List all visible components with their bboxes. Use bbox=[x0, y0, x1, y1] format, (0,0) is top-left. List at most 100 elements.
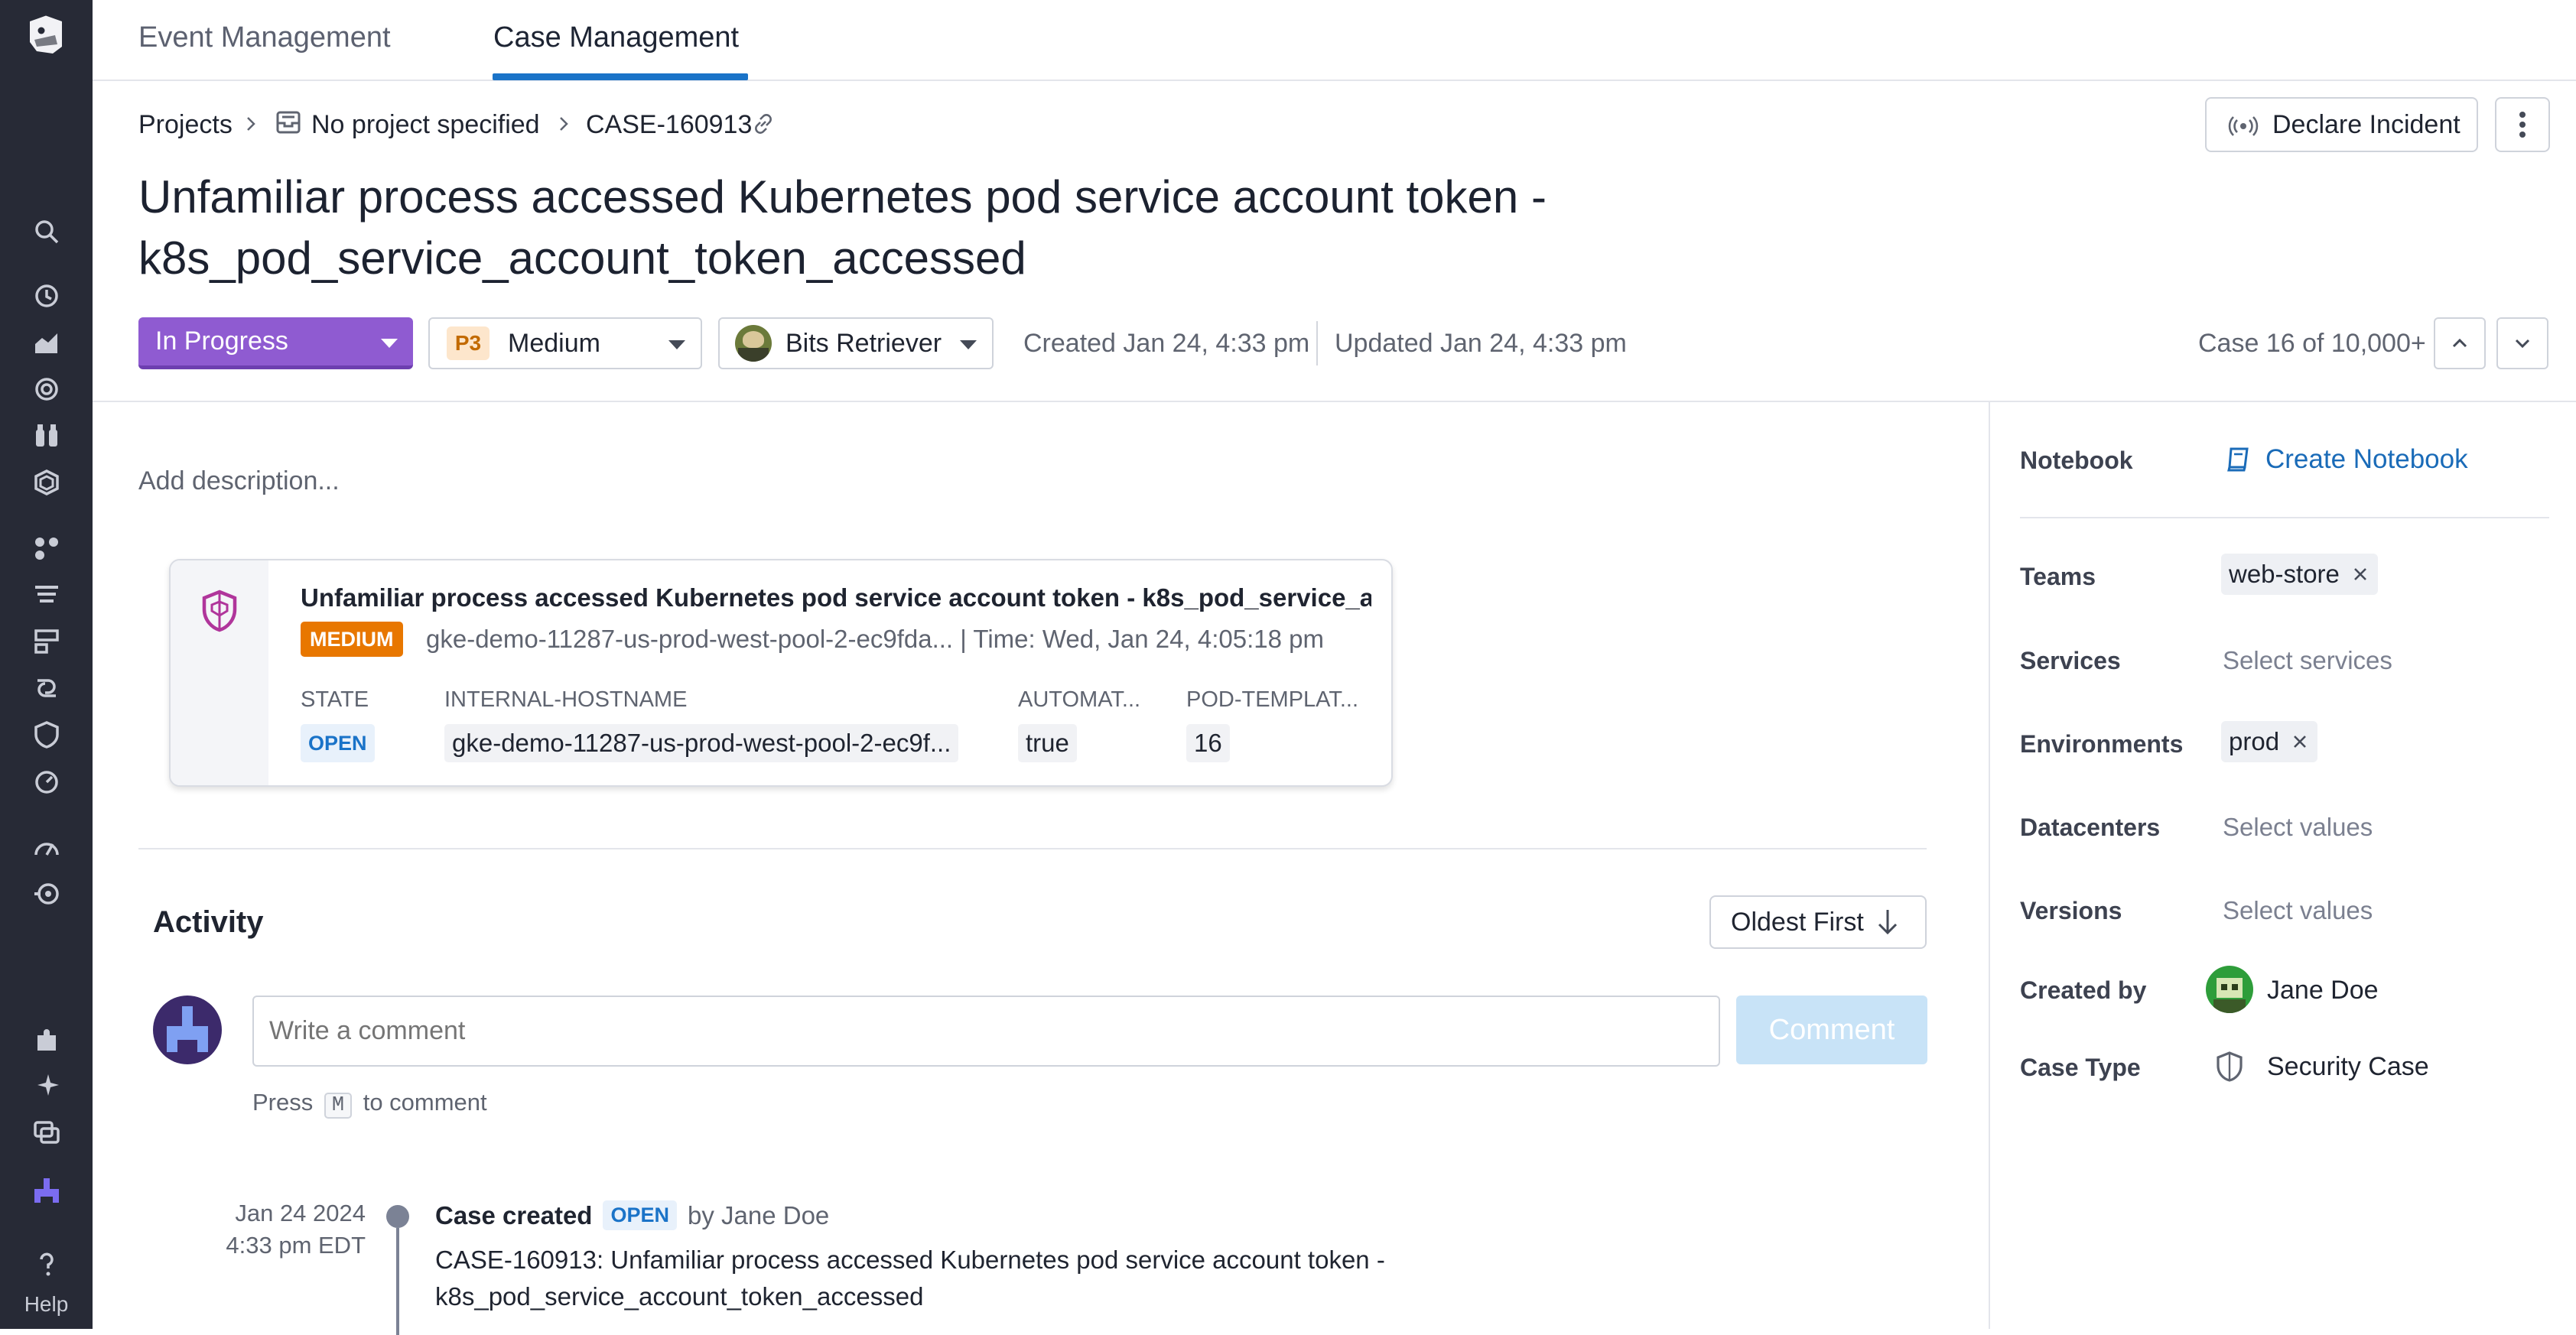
priority-code-badge: P3 bbox=[447, 326, 490, 360]
timeline-time: 4:33 pm EDT bbox=[226, 1232, 366, 1259]
activity-heading: Activity bbox=[153, 905, 264, 939]
binoculars-icon[interactable] bbox=[28, 417, 66, 455]
side-panel-divider bbox=[1989, 402, 1990, 1329]
timeline-event-header: Case created OPEN by Jane Doe bbox=[435, 1200, 829, 1230]
shield-icon bbox=[2217, 1051, 2243, 1082]
more-actions-button[interactable] bbox=[2495, 97, 2550, 152]
chevron-down-icon bbox=[960, 340, 977, 349]
assignee-avatar bbox=[735, 325, 772, 362]
assignee-dropdown[interactable]: Bits Retriever bbox=[718, 317, 994, 369]
created-by-label: Created by bbox=[2020, 976, 2147, 1004]
arrow-down-icon bbox=[1878, 910, 1897, 935]
active-tab-indicator bbox=[493, 73, 748, 80]
dashboards-icon[interactable] bbox=[28, 323, 66, 362]
created-timestamp: Created Jan 24, 4:33 pm bbox=[1023, 329, 1310, 358]
monitors-icon[interactable] bbox=[28, 370, 66, 408]
hint-text: to comment bbox=[363, 1089, 487, 1116]
declare-incident-button[interactable]: Declare Incident bbox=[2205, 97, 2478, 152]
close-icon[interactable] bbox=[2290, 732, 2310, 752]
timeline-event-author: by Jane Doe bbox=[688, 1200, 830, 1229]
attribute-key: POD-TEMPLAT... bbox=[1186, 687, 1359, 712]
apm-icon[interactable] bbox=[28, 529, 66, 567]
meta-divider bbox=[1316, 321, 1318, 365]
sort-order-button[interactable]: Oldest First bbox=[1709, 895, 1927, 949]
infrastructure-icon[interactable] bbox=[28, 463, 66, 502]
comment-shortcut-hint: Press M to comment bbox=[252, 1089, 487, 1119]
signal-host-time: gke-demo-11287-us-prod-west-pool-2-ec9fd… bbox=[426, 625, 1324, 653]
logs-icon[interactable] bbox=[28, 576, 66, 614]
history-icon[interactable] bbox=[28, 277, 66, 315]
current-user-avatar bbox=[153, 996, 222, 1064]
user-icon[interactable] bbox=[28, 1171, 66, 1210]
integrations-link-icon[interactable] bbox=[28, 669, 66, 707]
security-icon[interactable] bbox=[28, 716, 66, 754]
timeline-event-title: Case created bbox=[435, 1200, 593, 1229]
shortcut-key: M bbox=[324, 1093, 353, 1119]
team-name: web-store bbox=[2229, 560, 2340, 588]
add-description-field[interactable]: Add description... bbox=[138, 466, 340, 496]
comment-button[interactable]: Comment bbox=[1736, 996, 1927, 1064]
chevron-down-icon bbox=[668, 340, 685, 349]
chevron-down-icon bbox=[381, 339, 398, 348]
ai-icon[interactable] bbox=[28, 875, 66, 913]
top-tab-bar: Event Management Case Management bbox=[93, 0, 2576, 81]
attribute-value: gke-demo-11287-us-prod-west-pool-2-ec9f.… bbox=[444, 724, 959, 762]
declare-incident-label: Declare Incident bbox=[2272, 109, 2461, 139]
environment-chip[interactable]: prod bbox=[2221, 721, 2318, 762]
updated-timestamp: Updated Jan 24, 4:33 pm bbox=[1335, 329, 1627, 358]
search-icon[interactable] bbox=[28, 213, 66, 251]
hint-text: Press bbox=[252, 1089, 314, 1116]
severity-badge: MEDIUM bbox=[301, 622, 403, 657]
breadcrumb-project[interactable]: No project specified bbox=[311, 110, 540, 140]
tab-case-management[interactable]: Case Management bbox=[493, 21, 739, 54]
notebook-label: Notebook bbox=[2020, 447, 2133, 474]
attribute-key: INTERNAL-HOSTNAME bbox=[444, 687, 688, 712]
plugins-icon[interactable] bbox=[28, 1021, 66, 1059]
kebab-menu-icon bbox=[2519, 112, 2526, 138]
datacenters-select[interactable]: Select values bbox=[2223, 813, 2373, 842]
ci-icon[interactable] bbox=[28, 622, 66, 661]
performance-icon[interactable] bbox=[28, 828, 66, 866]
incident-signal-icon bbox=[2228, 116, 2259, 136]
sparkle-icon[interactable] bbox=[28, 1067, 66, 1106]
digital-experience-icon[interactable] bbox=[28, 762, 66, 801]
environment-name: prod bbox=[2229, 727, 2280, 755]
versions-select[interactable]: Select values bbox=[2223, 896, 2373, 925]
case-type-value: Security Case bbox=[2267, 1052, 2429, 1081]
security-signal-card[interactable]: Unfamiliar process accessed Kubernetes p… bbox=[169, 559, 1393, 787]
timeline-timestamp: Jan 24 2024 4:33 pm EDT bbox=[191, 1197, 366, 1262]
priority-dropdown[interactable]: P3 Medium bbox=[428, 317, 702, 369]
assignee-name: Bits Retriever bbox=[785, 328, 942, 358]
attribute-key: AUTOMAT... bbox=[1018, 687, 1141, 712]
logo-icon[interactable] bbox=[21, 11, 70, 60]
priority-value: Medium bbox=[508, 328, 600, 358]
create-notebook-link[interactable]: Create Notebook bbox=[2224, 444, 2468, 475]
team-chip[interactable]: web-store bbox=[2221, 554, 2378, 595]
previous-case-button[interactable] bbox=[2434, 317, 2486, 369]
services-label: Services bbox=[2020, 647, 2121, 674]
environments-label: Environments bbox=[2020, 730, 2184, 758]
next-case-button[interactable] bbox=[2496, 317, 2548, 369]
help-icon[interactable] bbox=[28, 1245, 66, 1283]
datacenters-label: Datacenters bbox=[2020, 814, 2161, 841]
chevron-down-icon bbox=[2515, 339, 2530, 349]
comment-input[interactable] bbox=[252, 996, 1720, 1067]
breadcrumb-projects[interactable]: Projects bbox=[138, 110, 233, 140]
left-navigation: Help bbox=[0, 0, 93, 1329]
timeline-event-description: CASE-160913: Unfamiliar process accessed… bbox=[435, 1246, 1385, 1311]
services-select[interactable]: Select services bbox=[2223, 646, 2392, 675]
copy-link-icon[interactable] bbox=[750, 110, 777, 138]
help-label[interactable]: Help bbox=[0, 1292, 93, 1317]
timeline-date: Jan 24 2024 bbox=[235, 1200, 366, 1226]
status-dropdown[interactable]: In Progress bbox=[138, 317, 413, 369]
status-badge: OPEN bbox=[603, 1200, 677, 1230]
close-icon[interactable] bbox=[2350, 564, 2370, 584]
attribute-value: 16 bbox=[1186, 724, 1230, 762]
chat-icon[interactable] bbox=[28, 1114, 66, 1152]
tab-event-management[interactable]: Event Management bbox=[138, 21, 391, 54]
attribute-key: STATE bbox=[301, 687, 369, 712]
attribute-value: OPEN bbox=[301, 724, 375, 762]
header-divider bbox=[93, 401, 2576, 402]
signal-title: Unfamiliar process accessed Kubernetes p… bbox=[301, 583, 1371, 612]
case-position: Case 16 of 10,000+ bbox=[2198, 329, 2426, 358]
